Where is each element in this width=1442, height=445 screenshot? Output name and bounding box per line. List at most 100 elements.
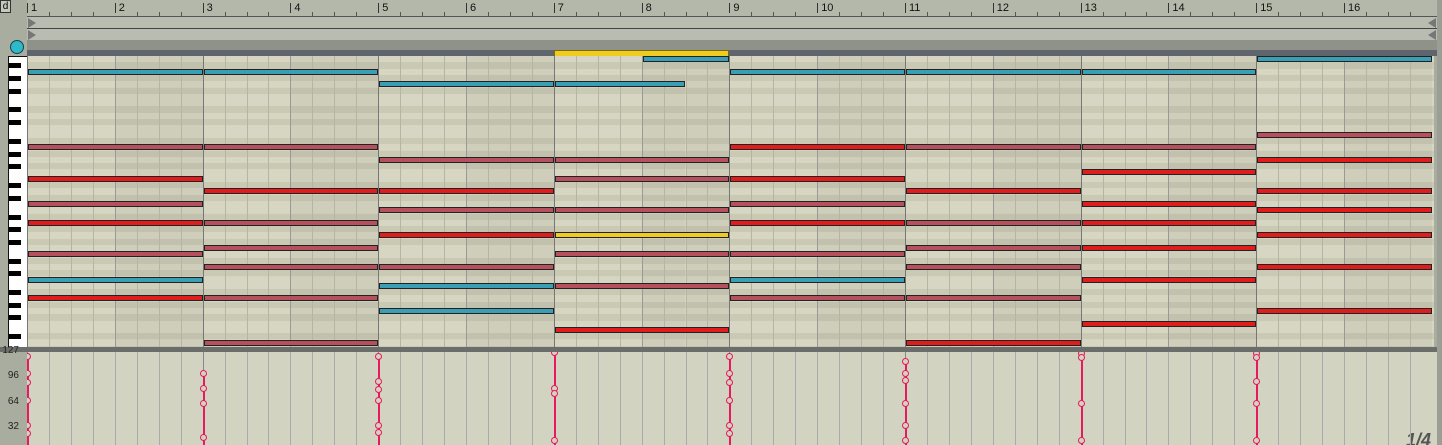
midi-note[interactable] xyxy=(730,295,905,302)
midi-note[interactable] xyxy=(379,156,554,163)
velocity-handle[interactable] xyxy=(902,369,909,377)
loop-end-marker-icon[interactable] xyxy=(1428,18,1436,28)
velocity-handle[interactable] xyxy=(375,377,383,385)
black-key[interactable] xyxy=(9,258,21,264)
midi-note[interactable] xyxy=(1257,207,1432,214)
midi-note[interactable] xyxy=(906,219,1081,226)
velocity-handle[interactable] xyxy=(375,396,383,404)
velocity-handle[interactable] xyxy=(27,379,31,387)
velocity-handle[interactable] xyxy=(550,436,558,444)
midi-note[interactable] xyxy=(379,263,554,270)
velocity-handle[interactable] xyxy=(726,396,734,404)
midi-note[interactable] xyxy=(1081,245,1257,251)
midi-note[interactable] xyxy=(1257,308,1432,314)
midi-note[interactable] xyxy=(28,251,203,258)
velocity-handle[interactable] xyxy=(1253,399,1261,407)
midi-note[interactable] xyxy=(730,200,905,207)
velocity-handle[interactable] xyxy=(27,396,31,404)
midi-note[interactable] xyxy=(28,200,203,207)
velocity-handle[interactable] xyxy=(1077,353,1085,361)
midi-note[interactable] xyxy=(730,144,905,151)
midi-note[interactable] xyxy=(203,144,379,151)
velocity-handle[interactable] xyxy=(902,436,909,444)
midi-note[interactable] xyxy=(906,245,1081,251)
black-key[interactable] xyxy=(9,214,21,220)
black-key[interactable] xyxy=(9,271,21,277)
midi-note[interactable] xyxy=(906,68,1081,75)
midi-note[interactable] xyxy=(554,326,730,333)
midi-note[interactable] xyxy=(1081,68,1257,75)
midi-note[interactable] xyxy=(379,232,554,239)
black-key[interactable] xyxy=(9,151,21,157)
midi-note[interactable] xyxy=(203,219,379,226)
midi-note[interactable] xyxy=(554,232,730,239)
midi-note[interactable] xyxy=(554,175,730,182)
black-key[interactable] xyxy=(9,63,21,69)
velocity-handle[interactable] xyxy=(726,422,734,430)
midi-note[interactable] xyxy=(730,68,905,75)
fold-button-icon[interactable] xyxy=(10,40,24,54)
black-key[interactable] xyxy=(9,164,21,170)
midi-note[interactable] xyxy=(1081,169,1257,176)
clip-view-toggle-button[interactable]: d xyxy=(0,0,11,13)
velocity-handle[interactable] xyxy=(199,399,207,407)
midi-note[interactable] xyxy=(1081,144,1257,151)
midi-note[interactable] xyxy=(642,56,730,62)
midi-note[interactable] xyxy=(203,339,379,346)
velocity-handle[interactable] xyxy=(1077,399,1085,407)
midi-note[interactable] xyxy=(203,263,379,270)
midi-note[interactable] xyxy=(554,81,686,88)
velocity-handle[interactable] xyxy=(27,352,31,360)
midi-note[interactable] xyxy=(554,207,730,214)
black-key[interactable] xyxy=(9,290,21,296)
black-key[interactable] xyxy=(9,227,21,233)
midi-note[interactable] xyxy=(379,188,554,195)
velocity-handle[interactable] xyxy=(1253,377,1261,385)
velocity-handle[interactable] xyxy=(27,429,31,437)
velocity-handle[interactable] xyxy=(1077,436,1085,444)
midi-note[interactable] xyxy=(28,68,203,75)
velocity-handle[interactable] xyxy=(1253,436,1261,444)
midi-note[interactable] xyxy=(1081,200,1257,207)
midi-note[interactable] xyxy=(906,263,1081,270)
black-key[interactable] xyxy=(9,195,21,201)
velocity-handle[interactable] xyxy=(27,369,31,377)
bar-ruler[interactable]: 1 2 3 4 5 6 7 8 9 10 11 12 13 14 15 16 xyxy=(27,0,1437,17)
midi-note[interactable] xyxy=(28,295,203,302)
midi-note[interactable] xyxy=(28,276,203,283)
midi-note[interactable] xyxy=(203,295,379,302)
midi-note[interactable] xyxy=(1257,56,1432,62)
midi-note[interactable] xyxy=(28,144,203,151)
midi-note[interactable] xyxy=(906,144,1081,151)
piano-keyboard[interactable] xyxy=(8,56,28,352)
midi-note[interactable] xyxy=(1257,188,1432,195)
black-key[interactable] xyxy=(9,239,21,245)
midi-note[interactable] xyxy=(730,251,905,258)
black-key[interactable] xyxy=(9,315,21,321)
black-key[interactable] xyxy=(9,302,21,308)
velocity-handle[interactable] xyxy=(199,384,207,392)
velocity-handle[interactable] xyxy=(726,429,734,437)
velocity-handle[interactable] xyxy=(550,352,558,356)
black-key[interactable] xyxy=(9,183,21,188)
midi-note[interactable] xyxy=(1257,156,1432,163)
midi-note[interactable] xyxy=(730,219,905,226)
midi-note[interactable] xyxy=(379,207,554,214)
midi-note[interactable] xyxy=(1257,131,1432,138)
midi-note[interactable] xyxy=(554,156,730,163)
velocity-handle[interactable] xyxy=(375,386,383,394)
velocity-handle[interactable] xyxy=(375,428,383,436)
midi-note[interactable] xyxy=(554,251,730,258)
midi-note[interactable] xyxy=(906,188,1081,195)
midi-note[interactable] xyxy=(906,295,1081,302)
start-marker-icon[interactable] xyxy=(28,30,36,40)
black-key[interactable] xyxy=(9,75,21,81)
midi-note[interactable] xyxy=(203,68,379,75)
midi-note[interactable] xyxy=(203,245,379,251)
end-marker-icon[interactable] xyxy=(1428,30,1436,40)
velocity-handle[interactable] xyxy=(726,369,734,377)
black-key[interactable] xyxy=(9,334,21,340)
velocity-handle[interactable] xyxy=(375,352,383,360)
velocity-handle[interactable] xyxy=(726,379,734,387)
scrollbar[interactable] xyxy=(1437,0,1442,445)
